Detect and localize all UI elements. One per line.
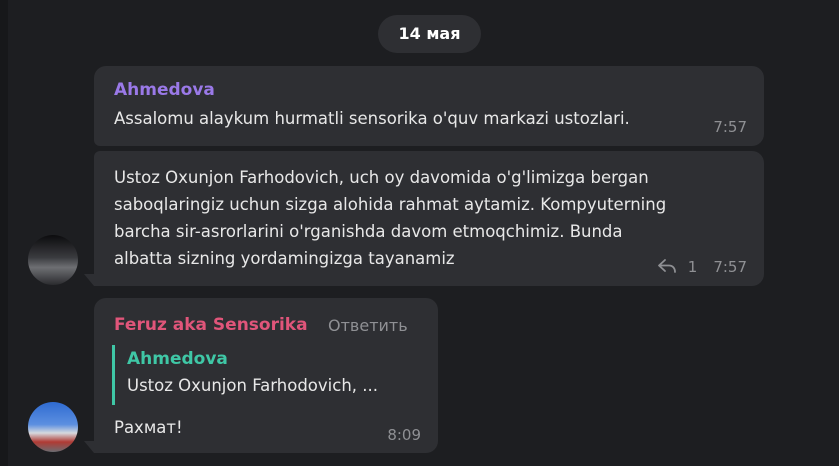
- message-bubble[interactable]: Feruz aka Sensorika Ответить Ahmedova Us…: [94, 298, 438, 453]
- left-panel-edge: [0, 0, 8, 466]
- reply-button[interactable]: Ответить: [328, 316, 408, 335]
- message-line: saboqlaringiz uchun sizga alohida rahmat…: [114, 195, 667, 214]
- sender-name[interactable]: Ahmedova: [114, 80, 215, 100]
- message-text: Assalomu alaykum hurmatli sensorika o'qu…: [114, 109, 630, 128]
- message-time: 7:57: [713, 118, 747, 136]
- message-bubble[interactable]: Ustoz Oxunjon Farhodovich, uch oy davomi…: [94, 151, 764, 286]
- user-avatar-icon[interactable]: [28, 402, 78, 452]
- message-line: barcha sir-asrorlarini o'rganishda davom…: [114, 222, 623, 241]
- replies-indicator[interactable]: 1: [657, 258, 697, 276]
- message-line: albatta sizning yordamingizga tayanamiz: [114, 249, 455, 268]
- reply-count: 1: [687, 258, 698, 276]
- reply-arrow-icon: [658, 259, 676, 273]
- quoted-text: Ustoz Oxunjon Farhodovich, ...: [127, 376, 378, 395]
- quoted-sender: Ahmedova: [127, 349, 228, 369]
- user-avatar-icon[interactable]: [28, 235, 78, 285]
- sender-name[interactable]: Feruz aka Sensorika: [114, 315, 308, 335]
- message-line: Ustoz Oxunjon Farhodovich, uch oy davomi…: [114, 168, 649, 187]
- bubble-tail: [84, 441, 94, 453]
- message-time: 7:57: [713, 258, 747, 276]
- message-bubble[interactable]: Ahmedova Assalomu alaykum hurmatli senso…: [94, 66, 764, 146]
- message-time: 8:09: [387, 426, 421, 444]
- bubble-tail: [84, 274, 94, 286]
- quoted-message[interactable]: Ahmedova Ustoz Oxunjon Farhodovich, ...: [112, 345, 427, 405]
- date-separator: 14 мая: [378, 15, 481, 53]
- message-text: Рахмат!: [114, 418, 183, 437]
- message-text: Ustoz Oxunjon Farhodovich, uch oy davomi…: [114, 164, 666, 272]
